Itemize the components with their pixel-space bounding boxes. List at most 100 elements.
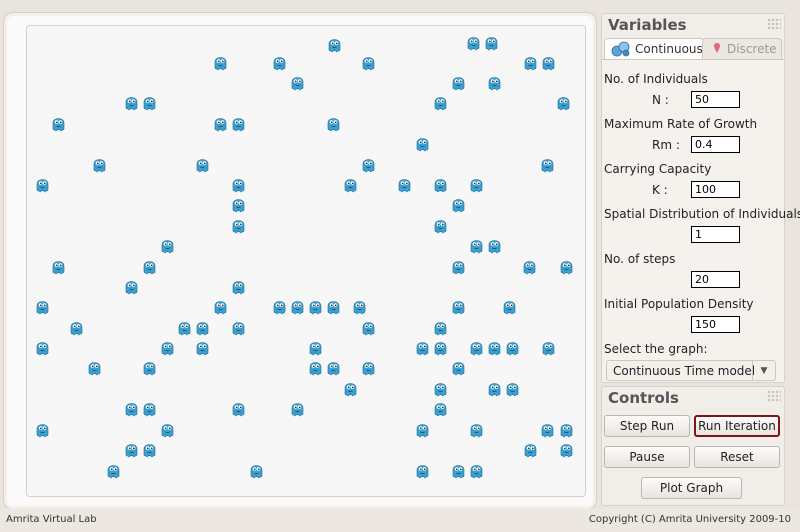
organism-icon <box>505 380 520 397</box>
organism-icon <box>469 421 484 438</box>
spatial-distribution-input[interactable] <box>691 226 740 243</box>
organism-icon <box>142 400 157 417</box>
organism-icon <box>541 339 556 356</box>
tab-discrete-label: Discrete <box>727 42 777 56</box>
organism-icon <box>541 54 556 71</box>
label-carrying-capacity: Carrying Capacity <box>604 162 712 176</box>
pause-button[interactable]: Pause <box>604 446 690 468</box>
resize-grip-icon[interactable] <box>767 18 781 30</box>
organism-icon <box>433 380 448 397</box>
organism-icon <box>69 319 84 336</box>
symbol-rm: Rm : <box>652 138 680 152</box>
organism-icon <box>433 94 448 111</box>
organism-icon <box>451 196 466 213</box>
organism-icon <box>326 359 341 376</box>
label-individuals: No. of Individuals <box>604 72 708 86</box>
organism-icon <box>556 94 571 111</box>
organism-icon <box>249 462 264 479</box>
organism-icon <box>343 176 358 193</box>
organism-icon <box>51 258 66 275</box>
organism-icon <box>35 339 50 356</box>
organism-icon <box>433 400 448 417</box>
controls-title: Controls <box>608 389 679 407</box>
organism-icon <box>92 156 107 173</box>
organism-icon <box>213 115 228 132</box>
steps-input[interactable] <box>691 271 740 288</box>
graph-select-value: Continuous Time model <box>613 364 756 378</box>
reset-button[interactable]: Reset <box>694 446 780 468</box>
organism-icon <box>160 421 175 438</box>
tab-continuous[interactable]: Continuous <box>604 38 704 60</box>
organism-icon <box>87 359 102 376</box>
organism-icon <box>124 278 139 295</box>
organism-icon <box>272 54 287 71</box>
organism-icon <box>505 339 520 356</box>
organism-icon <box>272 298 287 315</box>
organism-icon <box>487 74 502 91</box>
organism-icon <box>35 298 50 315</box>
symbol-n: N : <box>652 93 669 107</box>
organism-icon <box>231 278 246 295</box>
carrying-capacity-input[interactable] <box>691 181 740 198</box>
organism-icon <box>231 115 246 132</box>
organism-icon <box>433 176 448 193</box>
organism-icon <box>451 298 466 315</box>
organism-icon <box>290 74 305 91</box>
organism-icon <box>361 156 376 173</box>
organism-icon <box>502 298 517 315</box>
label-select-graph: Select the graph: <box>604 342 708 356</box>
run-iteration-button[interactable]: Run Iteration <box>694 415 780 437</box>
organism-icon <box>124 441 139 458</box>
organism-icon <box>231 400 246 417</box>
chevron-down-icon: ▼ <box>752 361 775 380</box>
variables-form: No. of Individuals N : Maximum Rate of G… <box>602 59 800 382</box>
organism-icon <box>195 339 210 356</box>
organism-icon <box>559 441 574 458</box>
organism-icon <box>415 135 430 152</box>
graph-select[interactable]: Continuous Time model ▼ <box>606 360 776 381</box>
organism-icon <box>51 115 66 132</box>
organism-icon <box>540 156 555 173</box>
organism-icon <box>308 359 323 376</box>
organism-icon <box>415 462 430 479</box>
organism-icon <box>361 54 376 71</box>
organism-icon <box>326 298 341 315</box>
initial-density-input[interactable] <box>691 316 740 333</box>
organism-icon <box>397 176 412 193</box>
organism-icon <box>327 36 342 53</box>
tab-discrete[interactable]: Discrete <box>702 38 782 60</box>
resize-grip-icon[interactable] <box>767 390 781 402</box>
organism-icon <box>487 380 502 397</box>
organism-icon <box>469 176 484 193</box>
organism-icon <box>213 298 228 315</box>
organism-icon <box>469 462 484 479</box>
organism-icon <box>361 319 376 336</box>
organism-icon <box>451 74 466 91</box>
organism-icon <box>290 298 305 315</box>
organism-icon <box>451 359 466 376</box>
plot-graph-button[interactable]: Plot Graph <box>641 477 742 499</box>
symbol-k: K : <box>652 183 668 197</box>
organism-icon <box>361 359 376 376</box>
organism-icon <box>540 421 555 438</box>
organism-icon <box>35 176 50 193</box>
organism-icon <box>177 319 192 336</box>
organism-icon <box>35 421 50 438</box>
footer-brand: Amrita Virtual Lab <box>6 514 97 525</box>
organism-icon <box>231 176 246 193</box>
organism-icon <box>523 54 538 71</box>
organism-icon <box>106 462 121 479</box>
organism-icon <box>308 339 323 356</box>
population-grid <box>26 25 586 497</box>
organism-icon <box>487 237 502 254</box>
organism-icon <box>352 298 367 315</box>
growth-rate-input[interactable] <box>691 136 740 153</box>
organism-icon <box>195 319 210 336</box>
organism-icon <box>290 400 305 417</box>
organism-icon <box>231 217 246 234</box>
variables-title: Variables <box>608 16 687 34</box>
organism-icon <box>142 441 157 458</box>
step-run-button[interactable]: Step Run <box>604 415 690 437</box>
organism-icon <box>195 156 210 173</box>
individuals-input[interactable] <box>691 91 740 108</box>
